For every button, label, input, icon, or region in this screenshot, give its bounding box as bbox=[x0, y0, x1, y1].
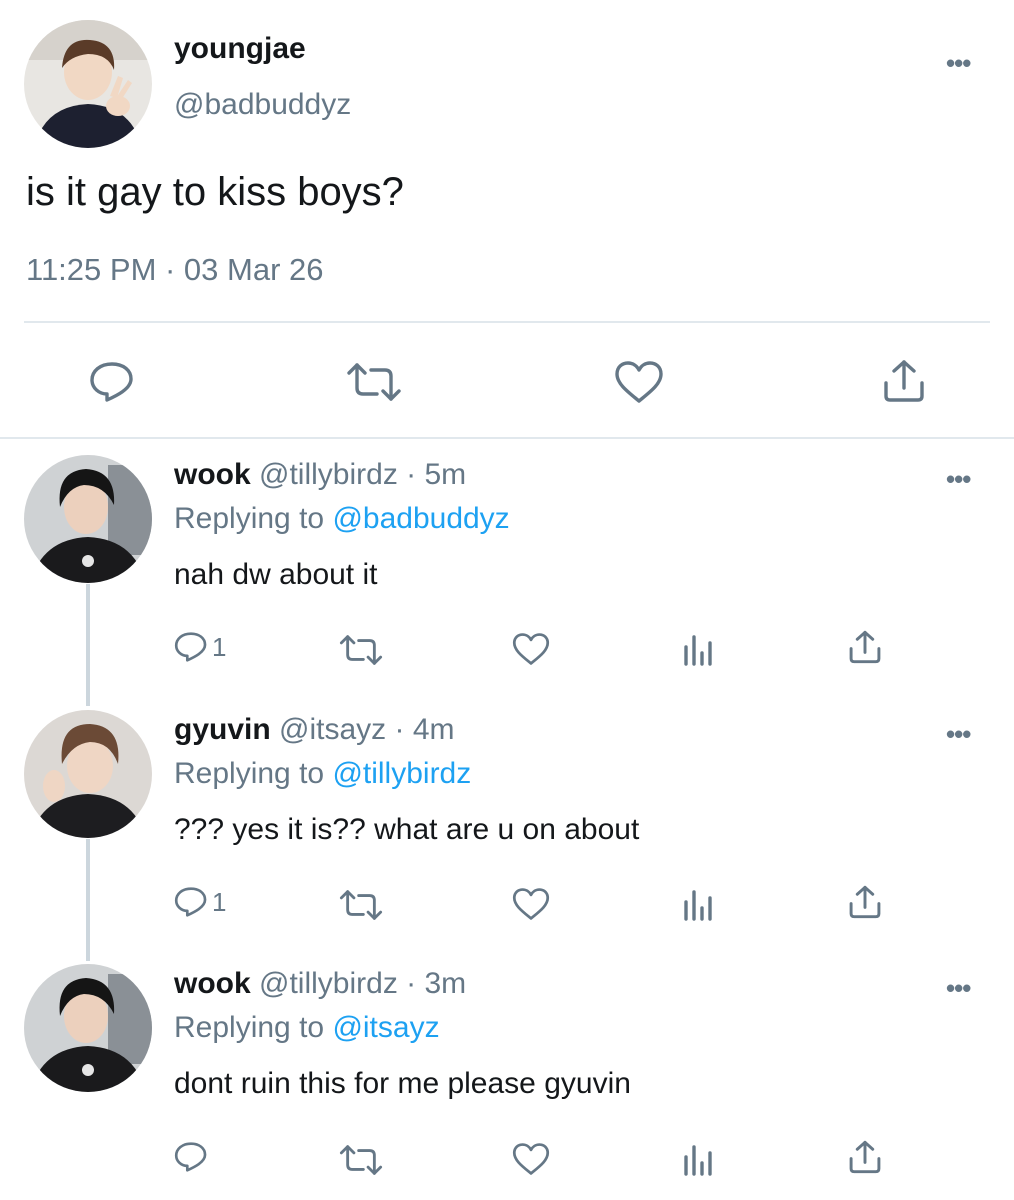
retweet-button[interactable] bbox=[339, 1144, 383, 1176]
reply-button[interactable] bbox=[174, 1140, 212, 1174]
avatar-youngjae[interactable] bbox=[24, 20, 152, 148]
more-options-icon[interactable]: ••• bbox=[946, 466, 971, 492]
reply-button[interactable]: 1 bbox=[174, 630, 226, 664]
retweet-icon bbox=[339, 890, 383, 920]
analytics-button[interactable] bbox=[682, 888, 716, 922]
tweet-timestamp[interactable]: 11:25 PM · 03 Mar 26 bbox=[26, 252, 324, 288]
reply-button[interactable]: 1 bbox=[174, 885, 226, 919]
analytics-icon bbox=[684, 890, 712, 921]
thread-line bbox=[86, 839, 90, 961]
reply-header: wook @tillybirdz · 5m bbox=[174, 458, 466, 492]
replying-to-label: Replying to bbox=[174, 757, 325, 790]
retweet-icon bbox=[339, 635, 383, 665]
replying-to-label: Replying to bbox=[174, 502, 325, 535]
replying-to: Replying to @tillybirdz bbox=[174, 757, 471, 791]
reply-count: 1 bbox=[212, 631, 227, 662]
retweet-button[interactable] bbox=[346, 362, 402, 402]
share-icon bbox=[884, 360, 924, 402]
reply-icon bbox=[174, 1142, 207, 1172]
more-options-icon[interactable]: ••• bbox=[946, 50, 971, 76]
like-icon bbox=[615, 361, 663, 403]
reply-time: · 5m bbox=[406, 458, 467, 491]
avatar-gyuvin[interactable] bbox=[24, 710, 152, 838]
reply-time: · 4m bbox=[394, 713, 455, 746]
like-icon bbox=[512, 633, 550, 665]
retweet-icon bbox=[347, 363, 401, 401]
analytics-icon bbox=[684, 1145, 712, 1176]
divider bbox=[0, 437, 1014, 439]
reply-time: · 3m bbox=[406, 967, 467, 1000]
reply-header: wook @tillybirdz · 3m bbox=[174, 967, 466, 1001]
author-display-name[interactable]: youngjae bbox=[174, 32, 306, 66]
reply-icon bbox=[174, 887, 207, 917]
reply-handle[interactable]: @tillybirdz bbox=[259, 967, 398, 1000]
replying-to-label: Replying to bbox=[174, 1011, 325, 1044]
reply-header: gyuvin @itsayz · 4m bbox=[174, 713, 455, 747]
retweet-icon bbox=[339, 1145, 383, 1175]
reply-text: dont ruin this for me please gyuvin bbox=[174, 1067, 631, 1100]
share-icon bbox=[849, 1140, 881, 1174]
author-handle[interactable]: @badbuddyz bbox=[174, 88, 351, 122]
like-button[interactable] bbox=[512, 632, 550, 666]
reply-display-name[interactable]: wook bbox=[174, 458, 251, 491]
share-button[interactable] bbox=[848, 885, 882, 919]
share-icon bbox=[849, 630, 881, 664]
reply-text: ??? yes it is?? what are u on about bbox=[174, 813, 640, 846]
replying-to-mention[interactable]: @tillybirdz bbox=[332, 757, 471, 790]
thread-line bbox=[86, 584, 90, 706]
tweet-text: is it gay to kiss boys? bbox=[26, 170, 404, 214]
analytics-button[interactable] bbox=[682, 1143, 716, 1177]
reply-button[interactable] bbox=[89, 361, 135, 403]
reply-count: 1 bbox=[212, 886, 227, 917]
more-options-icon[interactable]: ••• bbox=[946, 721, 971, 747]
reply-icon bbox=[90, 362, 133, 402]
reply-handle[interactable]: @itsayz bbox=[279, 713, 386, 746]
more-options-icon[interactable]: ••• bbox=[946, 975, 971, 1001]
reply-icon bbox=[174, 632, 207, 662]
divider bbox=[24, 321, 990, 323]
reply-display-name[interactable]: wook bbox=[174, 967, 251, 1000]
like-button[interactable] bbox=[614, 360, 664, 404]
avatar-wook[interactable] bbox=[24, 964, 152, 1092]
replying-to: Replying to @badbuddyz bbox=[174, 502, 510, 536]
share-icon bbox=[849, 885, 881, 919]
reply-handle[interactable]: @tillybirdz bbox=[259, 458, 398, 491]
share-button[interactable] bbox=[848, 1140, 882, 1174]
share-button[interactable] bbox=[848, 630, 882, 664]
reply-text: nah dw about it bbox=[174, 558, 378, 591]
avatar-wook[interactable] bbox=[24, 455, 152, 583]
like-button[interactable] bbox=[512, 1142, 550, 1176]
like-icon bbox=[512, 888, 550, 920]
reply-display-name[interactable]: gyuvin bbox=[174, 713, 271, 746]
retweet-button[interactable] bbox=[339, 634, 383, 666]
retweet-button[interactable] bbox=[339, 889, 383, 921]
like-icon bbox=[512, 1143, 550, 1175]
analytics-button[interactable] bbox=[682, 633, 716, 667]
like-button[interactable] bbox=[512, 887, 550, 921]
share-button[interactable] bbox=[882, 359, 926, 403]
replying-to-mention[interactable]: @itsayz bbox=[332, 1011, 439, 1044]
analytics-icon bbox=[684, 635, 712, 666]
replying-to: Replying to @itsayz bbox=[174, 1011, 440, 1045]
replying-to-mention[interactable]: @badbuddyz bbox=[332, 502, 509, 535]
